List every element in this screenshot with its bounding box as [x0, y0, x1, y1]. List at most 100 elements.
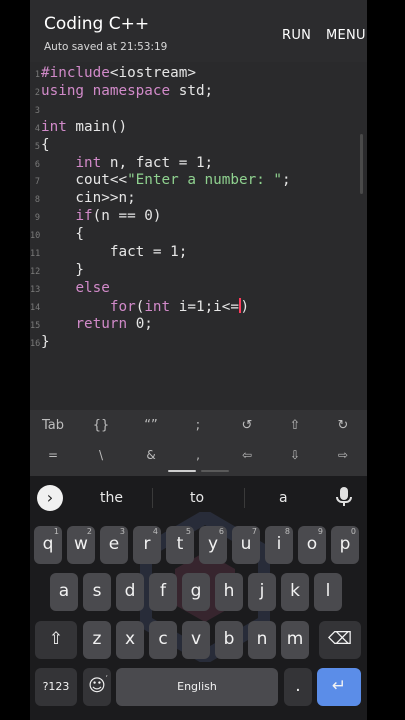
key-label: h	[223, 581, 235, 601]
code-line[interactable]: #include<iostream>	[41, 65, 196, 81]
key-a[interactable]: a	[50, 573, 78, 611]
key-u[interactable]: u7	[232, 526, 260, 564]
key-label: v	[190, 629, 202, 649]
symbol-key[interactable]: ↻	[323, 418, 363, 433]
symbol-key[interactable]: {}	[81, 418, 121, 433]
symbol-key[interactable]: \	[81, 448, 121, 462]
shift-key[interactable]: ⇧	[35, 621, 77, 659]
key-label: t	[176, 534, 184, 554]
key-n[interactable]: n	[248, 621, 276, 659]
key-k[interactable]: k	[281, 573, 309, 611]
code-text: fact = 1;	[41, 244, 188, 260]
key-c[interactable]: c	[149, 621, 177, 659]
key-hint: 6	[218, 527, 224, 536]
key-label: r	[143, 534, 151, 554]
key-x[interactable]: x	[116, 621, 144, 659]
code-text: i=1;i<=	[170, 298, 240, 315]
microphone-icon[interactable]	[336, 487, 352, 506]
key-label: g	[190, 581, 202, 601]
key-s[interactable]: s	[83, 573, 111, 611]
code-line[interactable]: fact = 1;	[41, 244, 187, 260]
app-header: Coding C++ Auto saved at 21:53:19 RUN ME…	[30, 0, 367, 62]
symbol-key[interactable]: ↺	[227, 418, 267, 433]
code-line[interactable]: int n, fact = 1;	[41, 155, 213, 171]
code-text: ;	[282, 172, 291, 189]
code-text: {	[41, 136, 50, 153]
key-b[interactable]: b	[215, 621, 243, 659]
key-w[interactable]: w2	[67, 526, 95, 564]
key-f[interactable]: f	[149, 573, 177, 611]
symbol-key[interactable]: ,	[178, 448, 218, 462]
key-label: ?123	[42, 680, 70, 693]
key-v[interactable]: v	[182, 621, 210, 659]
key-m[interactable]: m	[281, 621, 309, 659]
key-t[interactable]: t5	[166, 526, 194, 564]
key-label: q	[42, 534, 54, 554]
code-keyword: int	[144, 298, 171, 315]
enter-key[interactable]: ↵	[317, 668, 361, 706]
key-r[interactable]: r4	[133, 526, 161, 564]
code-line[interactable]: if(n == 0)	[41, 208, 161, 224]
chevron-right-icon[interactable]: ›	[37, 485, 63, 511]
key-i[interactable]: i8	[265, 526, 293, 564]
code-line[interactable]: }	[41, 334, 50, 350]
key-q[interactable]: q1	[34, 526, 62, 564]
line-number: 9	[34, 213, 40, 224]
symbol-key[interactable]: ;	[178, 418, 218, 433]
menu-button[interactable]: MENU	[326, 28, 366, 43]
code-keyword: int	[41, 118, 67, 135]
key-label: c	[158, 629, 168, 649]
code-line[interactable]: cin>>n;	[41, 190, 135, 206]
code-line[interactable]: cout<<"Enter a number: ";	[41, 172, 291, 189]
key-o[interactable]: o9	[298, 526, 326, 564]
suggestion-item[interactable]: to	[190, 490, 204, 506]
run-button[interactable]: RUN	[282, 28, 311, 43]
space-bar[interactable]: English	[116, 668, 278, 706]
key-hint: 1	[53, 527, 59, 536]
suggestion-item[interactable]: the	[100, 490, 123, 506]
code-line[interactable]: {	[41, 137, 50, 153]
key-label: e	[108, 534, 120, 554]
code-line[interactable]: return 0;	[41, 316, 152, 332]
symbols-key[interactable]: ?123	[35, 668, 77, 706]
code-line[interactable]: using namespace std;	[41, 83, 213, 99]
key-z[interactable]: z	[83, 621, 111, 659]
key-label: z	[92, 629, 102, 649]
symbol-key[interactable]: Tab	[33, 418, 73, 433]
code-text: <iostream>	[109, 65, 196, 81]
line-number: 10	[30, 231, 41, 242]
key-j[interactable]: j	[248, 573, 276, 611]
backspace-key[interactable]: ⌫	[319, 621, 361, 659]
code-line[interactable]: for(int i=1;i<=)	[41, 297, 249, 315]
line-number: 2	[34, 87, 40, 98]
key-l[interactable]: l	[314, 573, 342, 611]
code-line[interactable]: else	[41, 280, 109, 296]
editor-scrollbar[interactable]	[360, 134, 363, 194]
code-text: }	[41, 333, 50, 350]
key-p[interactable]: p0	[331, 526, 359, 564]
period-key[interactable]: .	[284, 668, 312, 706]
code-line[interactable]: {	[41, 226, 84, 242]
code-line[interactable]: }	[41, 262, 84, 278]
symbol-key[interactable]: &	[131, 448, 171, 462]
line-number: 11	[30, 249, 41, 259]
key-d[interactable]: d	[116, 573, 144, 611]
key-g[interactable]: g	[182, 573, 210, 611]
symbol-key[interactable]: =	[33, 448, 73, 462]
code-line[interactable]: int main()	[41, 119, 127, 135]
symbol-key[interactable]: ⇨	[323, 448, 363, 462]
emoji-comma-key[interactable]: ☺,	[83, 668, 111, 706]
key-h[interactable]: h	[215, 573, 243, 611]
symbol-key[interactable]: ⇧	[275, 418, 315, 433]
code-editor[interactable]: 1 2 3 4 5 6 7 8 9 10 11 12 13 14 15 16 #include<iostream…	[30, 62, 367, 410]
key-y[interactable]: y6	[199, 526, 227, 564]
suggestion-item[interactable]: a	[279, 490, 288, 506]
key-hint: ,	[105, 669, 108, 678]
symbol-key[interactable]: “”	[131, 418, 171, 433]
symbol-key[interactable]: ⇩	[275, 448, 315, 462]
key-e[interactable]: e3	[100, 526, 128, 564]
line-number: 1	[34, 70, 40, 80]
symbol-key[interactable]: ⇦	[227, 448, 267, 462]
